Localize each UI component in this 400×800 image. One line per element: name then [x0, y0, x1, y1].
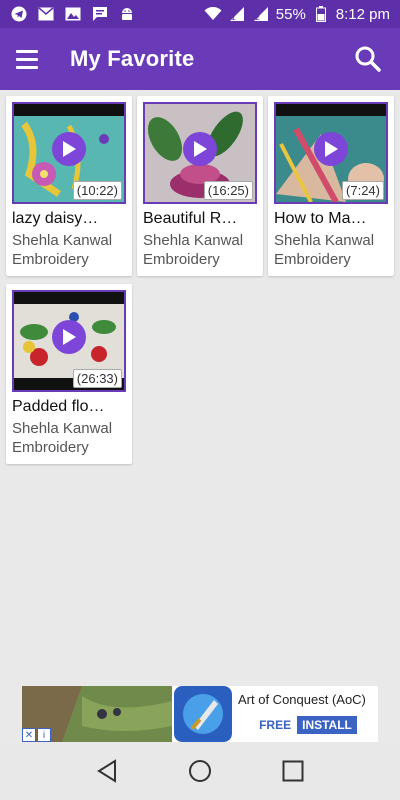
status-notifications — [10, 5, 136, 23]
mail-icon — [37, 5, 55, 23]
signal-2-icon: 2 — [252, 5, 270, 23]
recents-icon[interactable] — [278, 756, 308, 786]
status-system: 1 2 55% 8:12 pm — [204, 5, 390, 23]
svg-text:1: 1 — [231, 13, 236, 22]
home-icon[interactable] — [185, 756, 215, 786]
video-duration: (26:33) — [72, 369, 122, 388]
video-duration: (7:24) — [342, 181, 384, 200]
status-bar: 1 2 55% 8:12 pm — [0, 0, 400, 28]
ad-choices[interactable]: ✕ i — [22, 728, 51, 742]
wifi-icon — [204, 5, 222, 23]
video-thumbnail[interactable]: (26:33) — [12, 290, 126, 392]
video-title: Padded flo… — [12, 398, 105, 415]
video-channel: Shehla Kanwal Embroidery — [12, 232, 113, 268]
svg-text:2: 2 — [255, 13, 260, 22]
video-thumbnail[interactable]: (7:24) — [274, 102, 388, 204]
video-channel: Shehla Kanwal Embroidery — [12, 420, 113, 456]
video-channel: Shehla Kanwal Embroidery — [274, 232, 375, 268]
battery-percent: 55% — [275, 5, 306, 23]
banner-ad[interactable]: ✕ i Art of Conquest (AoC) FREE INSTALL — [22, 686, 378, 742]
ad-close-icon[interactable]: ✕ — [22, 728, 36, 742]
clock: 8:12 pm — [335, 5, 390, 23]
video-thumbnail[interactable]: (10:22) — [12, 102, 126, 204]
telegram-icon — [10, 5, 28, 23]
search-icon[interactable] — [352, 43, 384, 75]
ad-info-icon[interactable]: i — [37, 728, 51, 742]
video-card[interactable]: (7:24) How to Ma… Shehla Kanwal Embroide… — [268, 96, 394, 276]
video-card[interactable]: (10:22) lazy daisy… Shehla Kanwal Embroi… — [6, 96, 132, 276]
video-title: Beautiful R… — [143, 210, 238, 227]
play-icon[interactable] — [314, 132, 348, 167]
ad-cta[interactable]: FREE INSTALL — [238, 716, 378, 734]
video-thumbnail[interactable]: (16:25) — [143, 102, 257, 204]
video-title: How to Ma… — [274, 210, 367, 227]
hamburger-icon[interactable] — [16, 45, 44, 73]
signal-1-icon: 1 — [228, 5, 246, 23]
video-card[interactable]: (16:25) Beautiful R… Shehla Kanwal Embro… — [137, 96, 263, 276]
play-icon[interactable] — [183, 132, 217, 167]
ad-price: FREE — [259, 718, 292, 732]
ad-game-image[interactable]: ✕ i — [22, 686, 172, 742]
message-icon — [91, 5, 109, 23]
video-duration: (16:25) — [203, 181, 253, 200]
play-icon[interactable] — [52, 320, 86, 355]
play-icon[interactable] — [52, 132, 86, 167]
battery-icon — [312, 5, 330, 23]
ad-title[interactable]: Art of Conquest (AoC) — [238, 692, 378, 707]
page-title: My Favorite — [70, 46, 195, 71]
ad-app-icon[interactable] — [174, 686, 232, 742]
ad-text[interactable]: Art of Conquest (AoC) FREE INSTALL — [232, 686, 378, 742]
app-bar: My Favorite — [0, 28, 400, 90]
back-icon[interactable] — [92, 756, 122, 786]
video-card[interactable]: (26:33) Padded flo… Shehla Kanwal Embroi… — [6, 284, 132, 464]
install-button[interactable]: INSTALL — [297, 716, 357, 734]
image-icon — [64, 5, 82, 23]
system-nav-bar — [0, 742, 400, 800]
android-icon — [118, 5, 136, 23]
video-channel: Shehla Kanwal Embroidery — [143, 232, 244, 268]
video-title: lazy daisy… — [12, 210, 99, 227]
favorites-grid: (10:22) lazy daisy… Shehla Kanwal Embroi… — [6, 96, 394, 464]
video-duration: (10:22) — [72, 181, 122, 200]
